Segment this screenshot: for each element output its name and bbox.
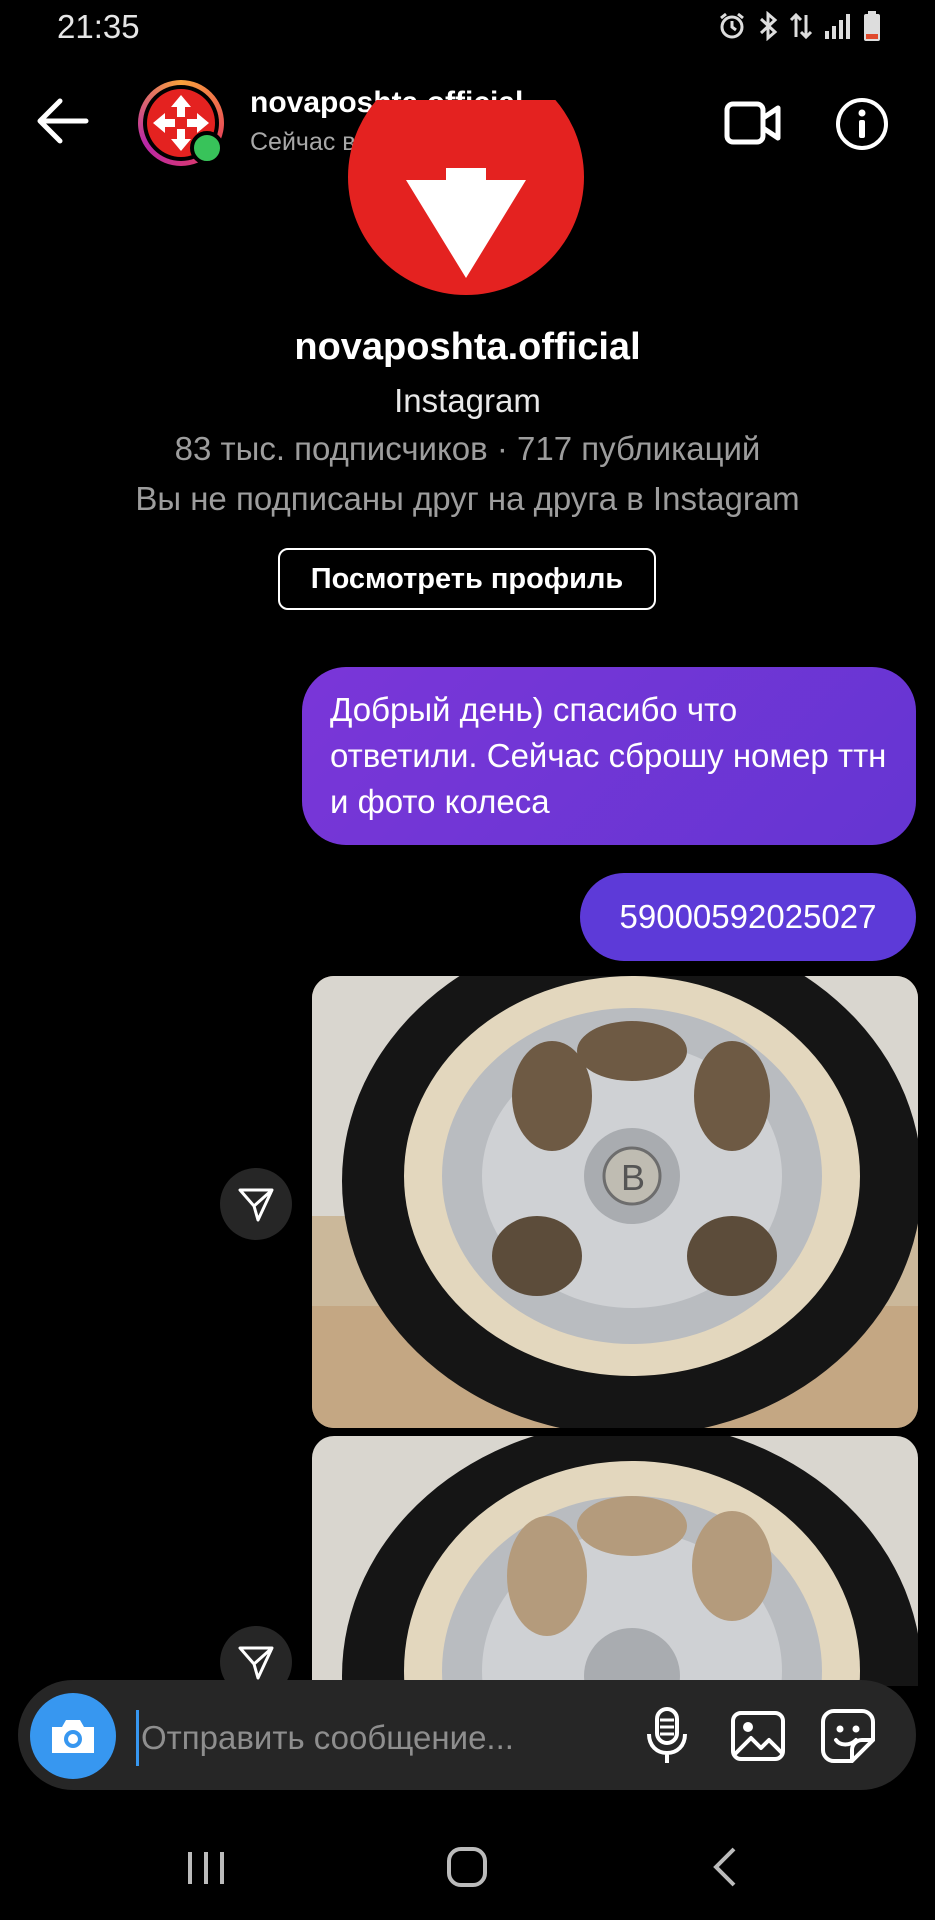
sticker-icon bbox=[821, 1709, 875, 1763]
wheel-photo[interactable]: B bbox=[312, 976, 918, 1428]
nova-poshta-logo-icon bbox=[348, 100, 584, 295]
info-button[interactable] bbox=[834, 96, 890, 152]
video-camera-icon bbox=[724, 101, 781, 145]
wheel-image bbox=[312, 1436, 918, 1686]
chevron-left-icon bbox=[713, 1847, 736, 1887]
follow-status: Вы не подписаны друг на друга в Instagra… bbox=[135, 480, 800, 517]
view-profile-button[interactable]: Посмотреть профиль bbox=[278, 548, 656, 610]
status-icons bbox=[717, 10, 881, 42]
camera-icon bbox=[52, 1720, 94, 1753]
message-input[interactable] bbox=[136, 1710, 623, 1766]
wheel-photo[interactable] bbox=[312, 1436, 918, 1686]
data-transfer-icon bbox=[789, 12, 813, 40]
gallery-button[interactable] bbox=[730, 1710, 786, 1762]
alarm-icon bbox=[720, 12, 744, 39]
microphone-icon bbox=[647, 1707, 687, 1763]
camera-button[interactable] bbox=[30, 1693, 116, 1779]
profile-logo bbox=[348, 100, 584, 295]
wheel-image: B bbox=[312, 976, 918, 1428]
info-icon bbox=[836, 98, 888, 150]
svg-text:B: B bbox=[621, 1157, 645, 1198]
profile-name: novaposhta.official bbox=[294, 326, 641, 368]
bluetooth-icon bbox=[759, 11, 778, 41]
system-back-button[interactable] bbox=[710, 1846, 740, 1893]
sticker-button[interactable] bbox=[820, 1708, 876, 1764]
recent-apps-button[interactable] bbox=[186, 1850, 226, 1891]
online-indicator bbox=[190, 131, 224, 165]
battery-icon bbox=[864, 11, 880, 41]
message-bubble[interactable]: Добрый день) спасибо что ответили. Сейча… bbox=[302, 667, 916, 845]
send-icon bbox=[238, 1646, 274, 1680]
arrow-left-icon bbox=[37, 98, 89, 144]
share-button[interactable] bbox=[220, 1168, 292, 1240]
image-icon bbox=[731, 1711, 785, 1761]
home-icon bbox=[447, 1847, 487, 1887]
video-call-button[interactable] bbox=[724, 98, 782, 148]
profile-stats: 83 тыс. подписчиков · 717 публикаций bbox=[174, 430, 761, 467]
message-bubble[interactable]: 59000592025027 bbox=[580, 873, 916, 961]
send-icon bbox=[238, 1188, 274, 1222]
back-button[interactable] bbox=[32, 96, 92, 146]
status-time: 21:35 bbox=[57, 8, 140, 45]
home-button[interactable] bbox=[446, 1846, 488, 1893]
microphone-button[interactable] bbox=[644, 1706, 690, 1766]
profile-subtitle: Instagram bbox=[394, 382, 541, 419]
signal-icon bbox=[825, 14, 850, 39]
recent-apps-icon bbox=[188, 1852, 224, 1884]
